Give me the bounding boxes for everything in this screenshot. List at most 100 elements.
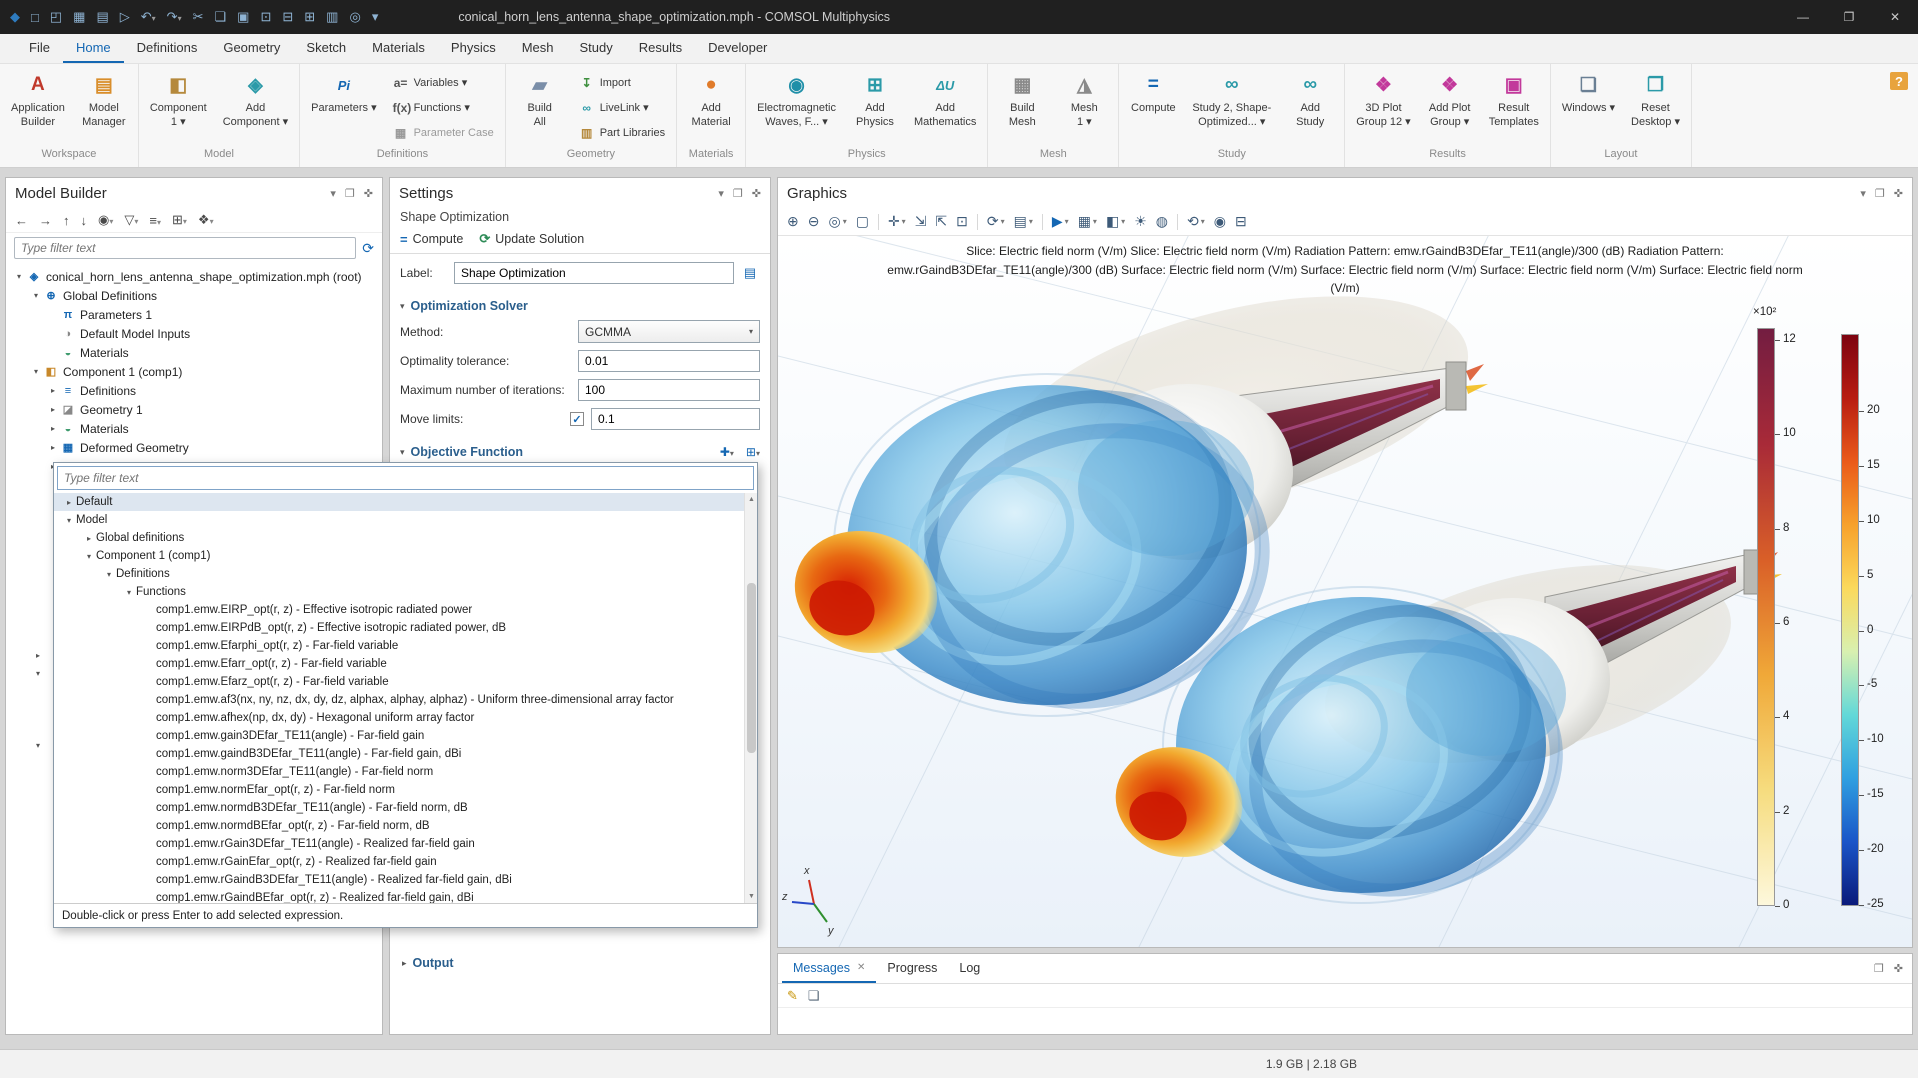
add-plot-group-button[interactable]: ❖Add Plot Group ▾ [1422,68,1478,148]
popup-item-fn[interactable]: comp1.emw.gain3DEfar_TE11(angle) - Far-f… [54,727,757,745]
show-icon[interactable]: ◉▾ [98,212,113,228]
popup-item-component-1[interactable]: ▾Component 1 (comp1) [54,547,757,565]
study-2-shape-optimized-button[interactable]: ∞Study 2, Shape- Optimized... ▾ [1187,68,1276,148]
scroll-down-icon[interactable]: ▼ [745,890,757,903]
image-snapshot-icon[interactable]: ◉ [1214,213,1226,230]
tree-collapse-arrow[interactable]: ▸ [46,405,60,414]
undo-icon[interactable]: ↶▾ [141,9,156,25]
add-material-button[interactable]: ●Add Material [683,68,739,148]
open-file-icon[interactable]: ◰ [50,9,62,25]
zoom-in-icon[interactable]: ⊕ [787,213,799,230]
popup-item-model[interactable]: ▾Model [54,511,757,529]
add-physics-button[interactable]: ⊞Add Physics [847,68,903,148]
hidden-node-arrow[interactable]: ▸ [36,651,40,660]
popup-item-fn[interactable]: comp1.emw.gaindB3DEfar_TE11(angle) - Far… [54,745,757,763]
popup-item-fn[interactable]: comp1.emw.normEfar_opt(r, z) - Far-field… [54,781,757,799]
popup-item-fn[interactable]: comp1.emw.rGainEfar_opt(r, z) - Realized… [54,853,757,871]
windows-button[interactable]: ❏Windows ▾ [1557,68,1620,148]
move-up-icon[interactable]: ↑ [63,213,70,228]
functions-button[interactable]: f(x)Functions ▾ [390,100,497,116]
3d-scene[interactable]: x z y [778,236,1912,947]
report-icon[interactable]: ▥ [326,9,338,25]
menu-study[interactable]: Study [567,34,626,63]
popup-item-fn[interactable]: comp1.emw.rGaindBEfar_opt(r, z) - Realiz… [54,889,757,903]
collapse-all-icon[interactable]: ≡▾ [149,213,161,228]
zoom-tool-icon[interactable]: ◎ [349,9,360,25]
surface-table-icon[interactable]: ▦▾ [1078,213,1097,230]
section-output[interactable]: ▸ Output [402,956,454,970]
maximize-button[interactable]: ❐ [1826,0,1872,34]
move-limits-checkbox[interactable]: ✓ [570,412,584,426]
build-mesh-button[interactable]: ▦Build Mesh [994,68,1050,148]
float-icon[interactable]: ❐ [1875,187,1885,200]
plot-area[interactable]: Slice: Electric field norm (V/m) Slice: … [778,236,1912,947]
livelink-button[interactable]: ∞LiveLink ▾ [576,100,668,116]
zoom-selected-icon[interactable]: ◎▾ [828,213,846,230]
menu-file[interactable]: File [16,34,63,63]
popup-expand-arrow[interactable]: ▾ [122,588,136,597]
tree-item-default-model-inputs[interactable]: ◑Default Model Inputs [6,324,382,343]
expression-filter-input[interactable] [57,466,754,490]
save-icon[interactable]: ▦ [73,9,85,25]
electromagnetic-waves-button[interactable]: ◉Electromagnetic Waves, F... ▾ [752,68,841,148]
zoom-out-icon[interactable]: ⊖ [808,213,820,230]
forward-icon[interactable]: → [39,213,52,228]
tree-item-materials-global[interactable]: ◒Materials [6,343,382,362]
menu-geometry[interactable]: Geometry [210,34,293,63]
print-icon[interactable]: ▤ [96,9,108,25]
tree-item-parameters-1[interactable]: πParameters 1 [6,305,382,324]
compute-action[interactable]: =Compute [400,232,463,247]
tree-collapse-arrow[interactable]: ▸ [46,443,60,452]
log-pencil-icon[interactable]: ✎ [787,988,798,1004]
hidden-node-arrow[interactable]: ▾ [36,741,40,750]
tree-expand-arrow[interactable]: ▾ [12,272,26,281]
go-to-xy-view-icon[interactable]: ⇲ [915,213,927,230]
popup-item-fn[interactable]: comp1.emw.af3(nx, ny, nz, dx, dy, dz, al… [54,691,757,709]
help-button[interactable]: ? [1890,72,1908,90]
popup-item-definitions[interactable]: ▾Definitions [54,565,757,583]
label-input[interactable] [454,262,734,284]
menu-results[interactable]: Results [626,34,695,63]
rename-icon[interactable]: ▤ [740,263,760,283]
optimality-tolerance-input[interactable] [578,350,760,372]
popup-expand-arrow[interactable]: ▾ [62,516,76,525]
run-plot-icon[interactable]: ▶▾ [1052,213,1069,230]
update-solution-action[interactable]: ⟳Update Solution [479,231,584,247]
update-plot-icon[interactable]: ⟲▾ [1187,213,1205,230]
cut-icon[interactable]: ✂ [193,9,204,25]
tree-expand-arrow[interactable]: ▾ [29,367,43,376]
compute-button[interactable]: =Compute [1125,68,1181,148]
pin-icon[interactable]: ✜ [1894,187,1903,200]
popup-item-fn[interactable]: comp1.emw.Efarphi_opt(r, z) - Far-field … [54,637,757,655]
popup-item-fn[interactable]: comp1.emw.normdB3DEfar_TE11(angle) - Far… [54,799,757,817]
environment-icon[interactable]: ◍ [1156,213,1168,230]
section-optimization-solver[interactable]: ▾Optimization Solver [400,299,760,313]
scene-rotation-icon[interactable]: ⟳▾ [987,213,1005,230]
popup-item-fn[interactable]: comp1.emw.afhex(np, dx, dy) - Hexagonal … [54,709,757,727]
hidden-node-arrow[interactable]: ▾ [36,669,40,678]
section-objective-function[interactable]: ▾Objective Function✚▾⊞▾ [400,445,760,459]
tree-item-root[interactable]: ▾◈conical_horn_lens_antenna_shape_optimi… [6,267,382,286]
menu-sketch[interactable]: Sketch [293,34,359,63]
variables-button[interactable]: a=Variables ▾ [390,75,497,91]
tree-item-definitions[interactable]: ▸≡Definitions [6,381,382,400]
tree-item-materials-comp1[interactable]: ▸◒Materials [6,419,382,438]
add-component-button[interactable]: ◈Add Component ▾ [218,68,293,148]
node-group-icon[interactable]: ⊞▾ [172,212,187,228]
tree-item-global-definitions[interactable]: ▾⊕Global Definitions [6,286,382,305]
move-down-icon[interactable]: ↓ [81,213,88,228]
model-builder-filter-input[interactable] [14,237,356,259]
popup-item-fn[interactable]: comp1.emw.Efarr_opt(r, z) - Far-field va… [54,655,757,673]
popup-expand-arrow[interactable]: ▾ [82,552,96,561]
minimize-button[interactable]: — [1780,0,1826,34]
build-all-button[interactable]: ▰Build All [512,68,568,148]
popup-scrollbar[interactable]: ▲ ▼ [744,493,757,903]
tree-expand-arrow[interactable]: ▾ [29,291,43,300]
popup-collapse-arrow[interactable]: ▸ [82,534,96,543]
menu-mesh[interactable]: Mesh [509,34,567,63]
method-select[interactable]: GCMMA▾ [578,320,760,343]
view-menu-icon[interactable]: ▤▾ [1014,213,1033,230]
menu-developer[interactable]: Developer [695,34,780,63]
expression-table-icon[interactable]: ⊞▾ [746,445,760,459]
pin-icon[interactable]: ✜ [752,187,761,200]
